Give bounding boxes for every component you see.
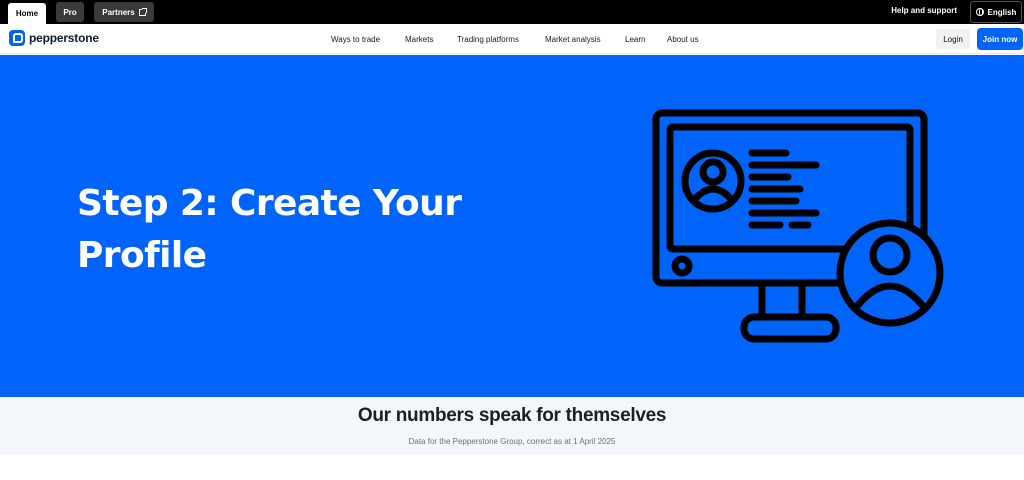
help-and-support-link[interactable]: Help and support [891,6,957,15]
hero-section: Step 2: Create Your Profile [0,55,1024,397]
tab-home[interactable]: Home [8,3,46,24]
nav-link-ways-to-trade[interactable]: Ways to trade [331,35,380,44]
tab-partners-label: Partners [102,7,135,17]
logo-text: pepperstone [29,31,99,45]
numbers-subtitle: Data for the Pepperstone Group, correct … [408,437,616,446]
nav-link-market-analysis[interactable]: Market analysis [545,35,601,44]
numbers-title: Our numbers speak for themselves [357,405,667,426]
join-now-button[interactable]: Join now [977,28,1023,50]
tab-pro-label: Pro [63,7,77,17]
tab-home-label: Home [15,9,39,18]
main-nav: pepperstone Ways to trade Markets Tradin… [0,24,1024,54]
language-selector[interactable]: English [970,1,1022,23]
top-bar: Home Pro Partners Help and support Engli… [0,0,1024,24]
nav-link-learn[interactable]: Learn [625,35,645,44]
login-button[interactable]: Login [936,29,970,49]
external-link-icon [138,7,147,16]
logo[interactable]: pepperstone [9,30,99,46]
nav-link-about-us[interactable]: About us [667,35,699,44]
nav-link-trading-platforms[interactable]: Trading platforms [457,35,519,44]
language-label: English [987,7,1017,17]
nav-link-markets[interactable]: Markets [405,35,433,44]
hero-title: Step 2: Create Your Profile [77,178,497,282]
tab-pro[interactable]: Pro [56,2,84,22]
globe-icon [975,8,984,16]
pepperstone-logo-icon [9,30,25,46]
tab-partners[interactable]: Partners [94,2,154,22]
hero-title-line-1: Step 2: Create Your [77,183,462,224]
computer-profile-icon [652,109,944,343]
numbers-section: Our numbers speak for themselves Data fo… [0,397,1024,455]
hero-title-line-2: Profile [77,235,207,276]
